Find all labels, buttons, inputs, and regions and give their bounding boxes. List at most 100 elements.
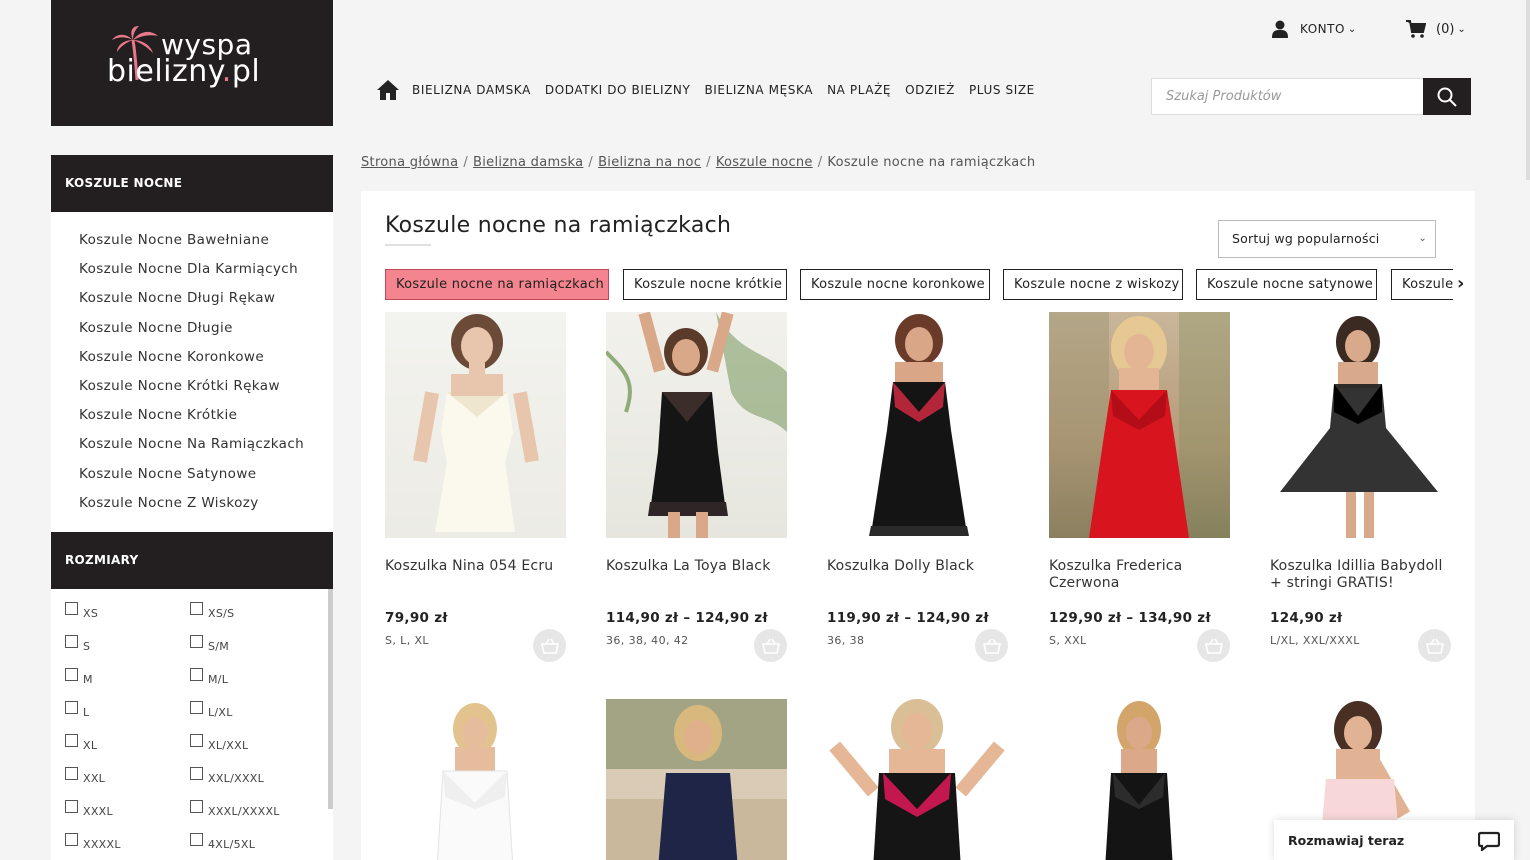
size-option[interactable]: XL: [65, 733, 190, 753]
add-to-cart-button[interactable]: [1197, 629, 1230, 662]
search-button[interactable]: [1423, 78, 1471, 115]
chip[interactable]: Koszule nocne koronkowe: [800, 269, 990, 300]
checkbox[interactable]: [190, 833, 203, 846]
breadcrumb-link[interactable]: Strona główna: [361, 155, 458, 170]
product-name[interactable]: Koszulka Dolly Black: [827, 558, 1008, 610]
checkbox[interactable]: [190, 800, 203, 813]
product-image[interactable]: [385, 699, 566, 860]
nav-item-bielizna-damska[interactable]: BIELIZNA DAMSKA: [412, 83, 531, 97]
site-logo[interactable]: wyspa bielizny.pl: [51, 0, 333, 126]
checkbox[interactable]: [65, 767, 78, 780]
product-card[interactable]: Koszulka Nina 054 Ecru 79,90 zł S, L, XL: [385, 312, 566, 662]
product-name[interactable]: Koszulka La Toya Black: [606, 558, 787, 610]
product-image[interactable]: [1049, 699, 1230, 860]
size-option[interactable]: XXXL: [65, 799, 190, 819]
checkbox[interactable]: [65, 833, 78, 846]
category-link[interactable]: Koszule Nocne Koronkowe: [51, 343, 333, 372]
category-link[interactable]: Koszule Nocne Krótki Rękaw: [51, 372, 333, 401]
cart-button[interactable]: (0) ⌄: [1406, 20, 1466, 38]
size-option[interactable]: XS: [65, 601, 190, 621]
chip[interactable]: Koszule nocne satynowe: [1196, 269, 1377, 300]
chevron-down-icon: ⌄: [1347, 23, 1357, 35]
checkbox[interactable]: [190, 767, 203, 780]
size-option[interactable]: XS/S: [190, 601, 315, 621]
category-link[interactable]: Koszule Nocne Długie: [51, 314, 333, 343]
category-link[interactable]: Koszule Nocne Długi Rękaw: [51, 284, 333, 313]
size-option[interactable]: M: [65, 667, 190, 687]
size-option[interactable]: XL/XXL: [190, 733, 315, 753]
account-menu[interactable]: KONTO ⌄: [1272, 20, 1357, 38]
size-option[interactable]: S: [65, 634, 190, 654]
checkbox[interactable]: [65, 668, 78, 681]
size-option[interactable]: S/M: [190, 634, 315, 654]
size-option[interactable]: L/XL: [190, 700, 315, 720]
product-image[interactable]: [606, 312, 787, 538]
breadcrumb-link[interactable]: Bielizna damska: [473, 155, 583, 170]
search-input[interactable]: [1152, 79, 1424, 114]
product-card[interactable]: Koszulka Idillia Babydoll + stringi GRAT…: [1270, 312, 1451, 662]
breadcrumb-link[interactable]: Koszule nocne: [716, 155, 813, 170]
checkbox[interactable]: [190, 602, 203, 615]
search-icon: [1437, 87, 1457, 107]
main-nav: BIELIZNA DAMSKA DODATKI DO BIELIZNY BIEL…: [376, 78, 1049, 102]
checkbox[interactable]: [65, 734, 78, 747]
category-link[interactable]: Koszule Nocne Satynowe: [51, 460, 333, 489]
product-card[interactable]: Koszulka Dolly Black 119,90 zł – 124,90 …: [827, 312, 1008, 662]
category-link[interactable]: Koszule Nocne Krótkie: [51, 401, 333, 430]
size-option[interactable]: XXL: [65, 766, 190, 786]
product-image[interactable]: [827, 699, 1008, 860]
product-image[interactable]: [827, 312, 1008, 538]
chevron-right-icon[interactable]: ›: [1457, 273, 1464, 294]
category-link[interactable]: Koszule Nocne Bawełniane: [51, 226, 333, 255]
checkbox[interactable]: [190, 701, 203, 714]
product-card[interactable]: Koszulka Frederica Czerwona 129,90 zł – …: [1049, 312, 1230, 662]
chat-widget[interactable]: Rozmawiaj teraz: [1274, 820, 1514, 860]
size-option[interactable]: M/L: [190, 667, 315, 687]
chip[interactable]: Koszule: [1391, 269, 1453, 300]
chip-active[interactable]: Koszule nocne na ramiączkach: [385, 269, 609, 300]
product-image[interactable]: [1049, 312, 1230, 538]
category-link[interactable]: Koszule Nocne Na Ramiączkach: [51, 430, 333, 459]
size-option[interactable]: 4XL/5XL: [190, 832, 315, 852]
product-price: 114,90 zł – 124,90 zł: [606, 610, 768, 626]
product-card[interactable]: Koszulka La Toya Black 114,90 zł – 124,9…: [606, 312, 787, 662]
size-option[interactable]: L: [65, 700, 190, 720]
nav-item-na-plaze[interactable]: NA PLAŻĘ: [827, 83, 891, 97]
user-icon: [1272, 20, 1288, 38]
size-option[interactable]: XXXXL: [65, 832, 190, 852]
chip[interactable]: Koszule nocne z wiskozy: [1003, 269, 1183, 300]
page-scrollbar[interactable]: [1526, 0, 1530, 180]
category-link[interactable]: Koszule Nocne Z Wiskozy: [51, 489, 333, 518]
product-image[interactable]: [1270, 312, 1451, 538]
chip[interactable]: Koszule nocne krótkie: [623, 269, 787, 300]
sort-select[interactable]: Sortuj wg popularności ⌄: [1218, 220, 1436, 258]
basket-icon: [1204, 638, 1223, 654]
title-underline: [385, 244, 431, 246]
product-name[interactable]: Koszulka Idillia Babydoll + stringi GRAT…: [1270, 558, 1451, 610]
checkbox[interactable]: [190, 734, 203, 747]
scrollbar[interactable]: [328, 589, 333, 809]
add-to-cart-button[interactable]: [975, 629, 1008, 662]
add-to-cart-button[interactable]: [754, 629, 787, 662]
nav-item-plus-size[interactable]: PLUS SIZE: [969, 83, 1035, 97]
home-icon[interactable]: [376, 79, 400, 101]
nav-item-odziez[interactable]: ODZIEŻ: [905, 83, 955, 97]
checkbox[interactable]: [190, 668, 203, 681]
checkbox[interactable]: [65, 701, 78, 714]
size-option[interactable]: XXXL/XXXXL: [190, 799, 315, 819]
nav-item-bielizna-meska[interactable]: BIELIZNA MĘSKA: [704, 83, 813, 97]
breadcrumb-link[interactable]: Bielizna na noc: [598, 155, 701, 170]
add-to-cart-button[interactable]: [533, 629, 566, 662]
product-name[interactable]: Koszulka Nina 054 Ecru: [385, 558, 566, 610]
checkbox[interactable]: [190, 635, 203, 648]
size-option[interactable]: XXL/XXXL: [190, 766, 315, 786]
checkbox[interactable]: [65, 602, 78, 615]
add-to-cart-button[interactable]: [1418, 629, 1451, 662]
product-name[interactable]: Koszulka Frederica Czerwona: [1049, 558, 1230, 610]
product-image[interactable]: [606, 699, 787, 860]
nav-item-dodatki[interactable]: DODATKI DO BIELIZNY: [545, 83, 691, 97]
checkbox[interactable]: [65, 635, 78, 648]
product-image[interactable]: [385, 312, 566, 538]
checkbox[interactable]: [65, 800, 78, 813]
category-link[interactable]: Koszule Nocne Dla Karmiących: [51, 255, 333, 284]
